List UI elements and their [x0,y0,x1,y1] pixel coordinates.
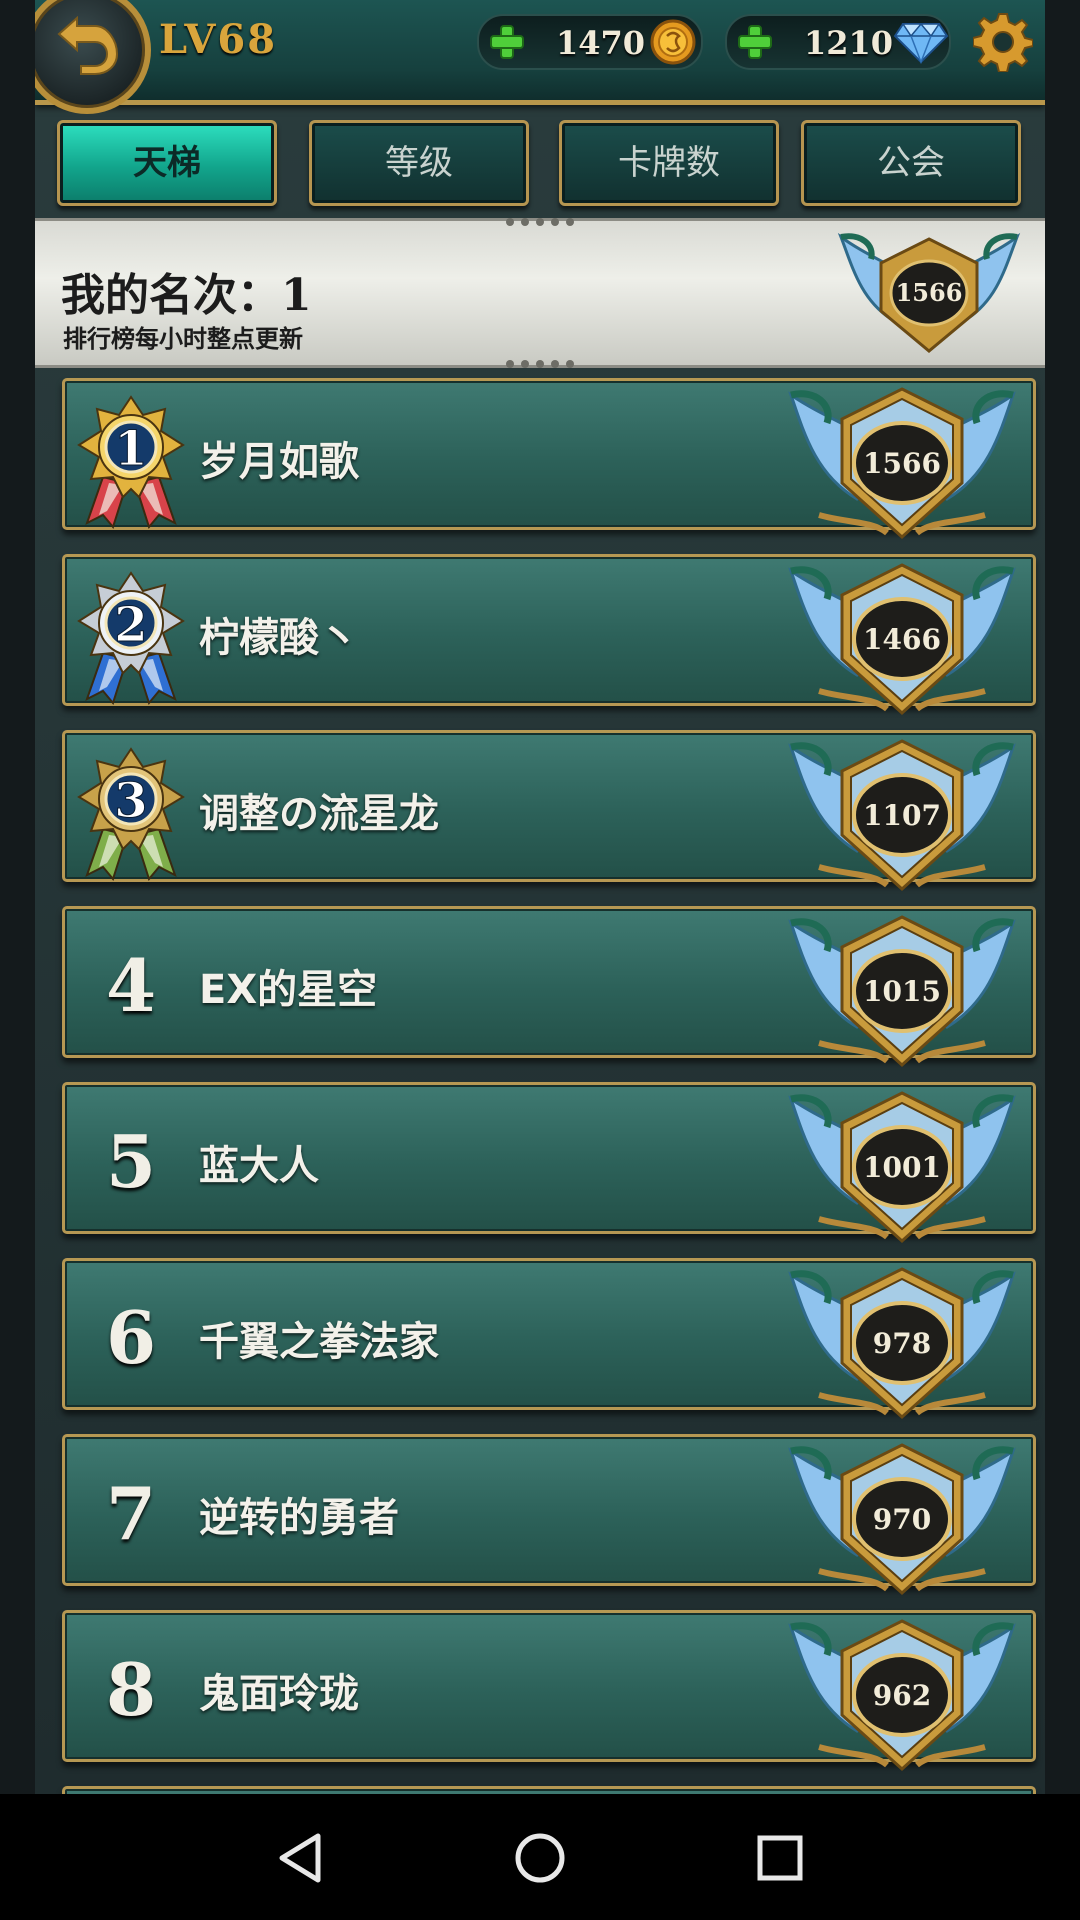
player-score: 1466 [863,623,941,656]
nav-back-icon[interactable] [274,1830,330,1886]
rank-number: 5 [105,1119,157,1204]
leaderboard-row[interactable]: 5 蓝大人 1001 [62,1082,1036,1244]
player-score: 1001 [863,1151,941,1184]
tab-level[interactable]: 等级 [309,120,529,206]
player-name: 逆转的勇者 [199,1495,399,1541]
gold-amount: 1470 [555,24,645,62]
update-note: 排行榜每小时整点更新 [63,324,303,353]
player-score: 1015 [863,975,941,1008]
player-name: 调整の流星龙 [199,791,439,837]
settings-gear-icon[interactable] [973,12,1033,72]
leaderboard-row[interactable]: 1 岁月如歌 1566 [62,378,1036,540]
gold-coin-icon [650,19,696,65]
game-screen: LV68 1470 1210 天梯 等级 卡牌数 公会 我的名次：1 排行榜每小… [35,0,1045,1794]
rank-badge-icon: 1566 [788,387,1016,540]
add-gold-button[interactable] [487,24,527,60]
diamond-counter: 1210 [725,14,951,70]
my-rank-badge-icon: 1566 [837,232,1021,353]
player-score: 978 [873,1327,931,1360]
my-rank-banner: 我的名次：1 排行榜每小时整点更新 1566 [35,218,1045,368]
rank-number: 7 [105,1471,157,1556]
player-name: 蓝大人 [199,1143,319,1189]
rank-badge-icon: 962 [788,1619,1016,1772]
diamond-icon [893,22,949,64]
leaderboard-row[interactable]: 2 柠檬酸丶 1466 [62,554,1036,716]
rank-badge-icon: 1015 [788,915,1016,1068]
tab-guild[interactable]: 公会 [801,120,1021,206]
leaderboard-row[interactable]: 7 逆转的勇者 970 [62,1434,1036,1596]
bronze-medal-icon: 3 [77,747,185,882]
silver-medal-icon: 2 [77,571,185,706]
leaderboard-row[interactable]: 8 鬼面玲珑 962 [62,1610,1036,1772]
gold-counter: 1470 [477,14,703,70]
player-name: 柠檬酸丶 [199,615,359,661]
add-diamond-button[interactable] [735,24,775,60]
player-score: 962 [873,1679,931,1712]
tab-ladder[interactable]: 天梯 [57,120,277,206]
rank-number: 8 [105,1647,157,1732]
rank-number: 4 [105,943,157,1028]
leaderboard-row-partial[interactable] [62,1786,1036,1794]
player-name: EX的星空 [199,967,378,1013]
player-name: 鬼面玲珑 [199,1671,359,1717]
rank-badge-icon: 1001 [788,1091,1016,1244]
player-name: 千翼之拳法家 [199,1319,439,1365]
rank-badge-icon: 978 [788,1267,1016,1420]
rank-badge-icon: 1466 [788,563,1016,716]
banner-ornament-icon [506,218,574,226]
player-level: LV68 [159,16,278,63]
my-rank-score: 1566 [896,278,963,307]
gold-medal-icon: 1 [77,395,185,530]
nav-home-icon[interactable] [512,1830,568,1886]
system-navigation-bar [0,1794,1080,1920]
rank-badge-icon: 970 [788,1443,1016,1596]
rank-number: 6 [105,1295,157,1380]
nav-recents-icon[interactable] [752,1830,808,1886]
player-name: 岁月如歌 [199,439,359,485]
my-rank-text: 我的名次：1 [61,270,312,321]
player-score: 1566 [863,447,941,480]
player-score: 970 [873,1503,931,1536]
leaderboard-row[interactable]: 4 EX的星空 1015 [62,906,1036,1068]
tab-card-count[interactable]: 卡牌数 [559,120,779,206]
rank-number: 3 [114,773,147,829]
back-button[interactable] [35,0,151,114]
banner-ornament-icon [506,360,574,368]
diamond-amount: 1210 [803,24,893,62]
back-arrow-icon [57,16,119,75]
leaderboard-row[interactable]: 6 千翼之拳法家 978 [62,1258,1036,1420]
leaderboard-row[interactable]: 3 调整の流星龙 1107 [62,730,1036,892]
player-score: 1107 [863,799,941,832]
rank-number: 1 [114,421,147,477]
rank-badge-icon: 1107 [788,739,1016,892]
top-bar: LV68 1470 1210 [35,0,1045,114]
rank-number: 2 [114,597,147,653]
